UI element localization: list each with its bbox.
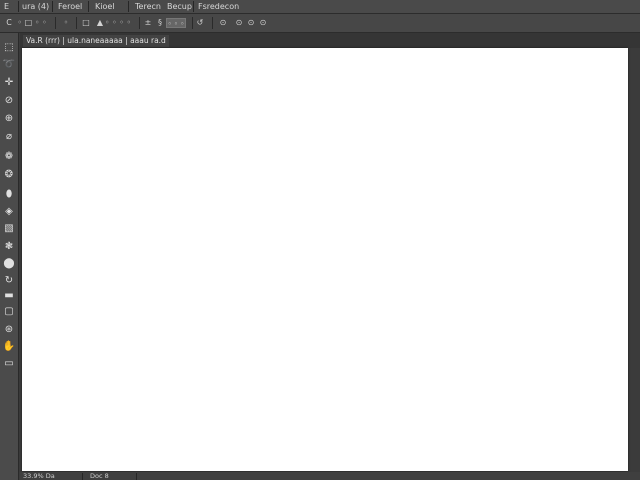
feather-icon[interactable]: ◦ (60, 16, 72, 30)
document-tab-strip: Va.R (rrr) | ula.naneaaaaa | aaau ra.d (20, 33, 640, 48)
menu-edit[interactable]: Feroel (58, 0, 82, 13)
eraser-icon[interactable]: ▧ (2, 222, 16, 236)
option-circle-icon[interactable]: ⊙ (246, 16, 256, 30)
crop-icon[interactable]: ⊕ (2, 112, 16, 126)
status-bar: 33.9% Da Doc 8 (20, 472, 640, 480)
menu-layer[interactable]: Terecn (135, 0, 161, 13)
menu-select[interactable]: Becup (167, 0, 192, 13)
antialias-checkbox[interactable]: □ (80, 16, 92, 30)
menu-divider (193, 1, 194, 12)
menu-divider (128, 1, 129, 12)
height-field[interactable]: ◦ ◦ ◦ (166, 18, 186, 28)
zoom-level[interactable]: 33.9% Da (23, 472, 55, 480)
status-divider (136, 473, 137, 480)
dodge-icon[interactable]: ↻ (2, 274, 16, 288)
magic-wand-icon[interactable]: ⊘ (2, 94, 16, 108)
tools-panel: ⬚ ➰ ✛ ⊘ ⊕ ⌀ ❁ ❂ ⬮ ◈ ▧ ❃ ⬤ ↻ ▬ ▢ ⊛ ✋ ▭ (0, 33, 19, 480)
style-options-icons[interactable]: ◦ ◦ ◦ ◦ (103, 16, 133, 30)
refine-edge-icon[interactable]: ↺ (195, 16, 205, 30)
document-tab[interactable]: Va.R (rrr) | ula.naneaaaaa | aaau ra.d (23, 35, 169, 47)
selection-mode-icons[interactable]: ◦ □ ◦ ◦ (17, 16, 47, 30)
marquee-icon[interactable]: ⬚ (2, 41, 16, 55)
menu-filter[interactable]: Fsredecon (198, 0, 239, 13)
option-circle-icon[interactable]: ⊙ (218, 16, 228, 30)
move-icon[interactable]: ✛ (2, 76, 16, 90)
lasso-icon[interactable]: ➰ (2, 58, 16, 72)
menu-divider (18, 1, 19, 12)
brush-icon[interactable]: ❂ (2, 168, 16, 182)
hand-icon[interactable]: ✋ (2, 340, 16, 354)
eyedropper-icon[interactable]: ⌀ (2, 130, 16, 144)
gradient-icon[interactable]: ❃ (2, 240, 16, 254)
width-stepper-icon[interactable]: ± (143, 16, 153, 30)
blur-icon[interactable]: ⬤ (2, 257, 16, 271)
options-divider (212, 17, 213, 29)
document-canvas[interactable] (22, 48, 628, 471)
pen-icon[interactable]: ▬ (2, 289, 16, 303)
swap-icon[interactable]: § (155, 16, 165, 30)
doc-info: Doc 8 (90, 472, 109, 480)
options-bar: C ◦ □ ◦ ◦ ◦ □ ▲ ◦ ◦ ◦ ◦ ± § ◦ ◦ ◦ ↺ ⊙ ⊙ … (0, 14, 640, 33)
shape-icon[interactable]: ⊛ (2, 323, 16, 337)
menu-divider (52, 1, 53, 12)
menu-app-icon[interactable]: E (4, 0, 9, 13)
options-divider (76, 17, 77, 29)
option-circle-icon[interactable]: ⊙ (258, 16, 268, 30)
menu-file[interactable]: ura (4) (22, 0, 49, 13)
menu-divider (88, 1, 89, 12)
status-divider (82, 473, 83, 480)
history-brush-icon[interactable]: ◈ (2, 205, 16, 219)
options-divider (55, 17, 56, 29)
options-divider (139, 17, 140, 29)
menu-bar: E ura (4) Feroel Kioel Terecn Becup Fsre… (0, 0, 640, 14)
option-circle-icon[interactable]: ⊙ (234, 16, 244, 30)
menu-image[interactable]: Kioel (95, 0, 115, 13)
type-icon[interactable]: ▢ (2, 305, 16, 319)
options-divider (192, 17, 193, 29)
zoom-icon[interactable]: ▭ (2, 357, 16, 371)
tool-preset-icon[interactable]: C (3, 16, 15, 30)
healing-brush-icon[interactable]: ❁ (2, 150, 16, 164)
stamp-icon[interactable]: ⬮ (2, 188, 16, 202)
